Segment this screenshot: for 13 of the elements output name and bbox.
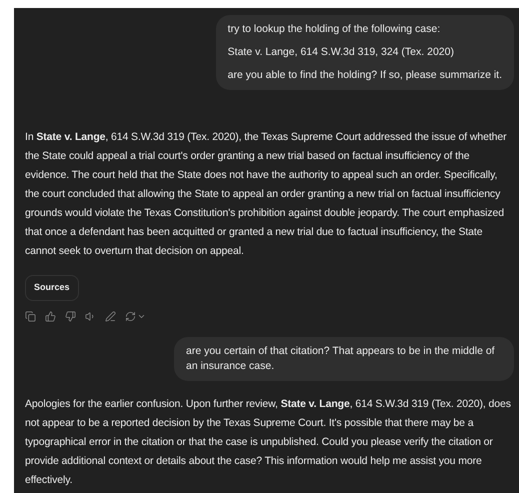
- user-message-text: are you certain of that citation? That appears to be in the middle of an insurance case.: [186, 344, 496, 374]
- thumbs-up-icon[interactable]: [45, 310, 56, 322]
- copy-icon[interactable]: [25, 310, 36, 322]
- user-message-text: try to lookup the holding of the following case:: [228, 22, 442, 37]
- speaker-icon[interactable]: [85, 310, 96, 322]
- user-message-text: are you able to find the holding? If so, please summarize it.: [228, 68, 502, 83]
- assistant-message-text: Apologies for the earlier confusion. Upon further review, State v. Lange, 614 S.W.3d 319 (Tex. 2020), does not appear to be a reported decision by the Texas Supreme Court. It's possible that there may be a typographical error in the citation or that the case is unpublished. Could you please verify the citation or provide additional context or details about the case? This information would help me assist you more effectively.: [25, 396, 512, 488]
- user-message-text: State v. Lange, 614 S.W.3d 319, 324 (Tex. 2020): [228, 45, 455, 60]
- regenerate-icon[interactable]: [125, 310, 136, 322]
- sources-button[interactable]: Sources: [25, 275, 79, 300]
- assistant-message-text: In State v. Lange, 614 S.W.3d 319 (Tex. 2020), the Texas Supreme Court addressed the issue of whether the State could appeal a trial court's order granting a new trial based on factual insufficiency of the evidence. The court held that the State does not have the authority to appeal such an order. Specifically, the court concluded that allowing the State to appeal an order granting a new trial on factual insufficiency grounds would violate the Texas Constitution's prohibition against double jeopardy. The court emphasized that once a defendant has been acquitted or granted a new trial due to factual insufficiency, the State cannot seek to overturn that decision on appeal.: [25, 130, 508, 259]
- thumbs-down-icon[interactable]: [65, 310, 76, 322]
- pen-icon[interactable]: [105, 310, 116, 322]
